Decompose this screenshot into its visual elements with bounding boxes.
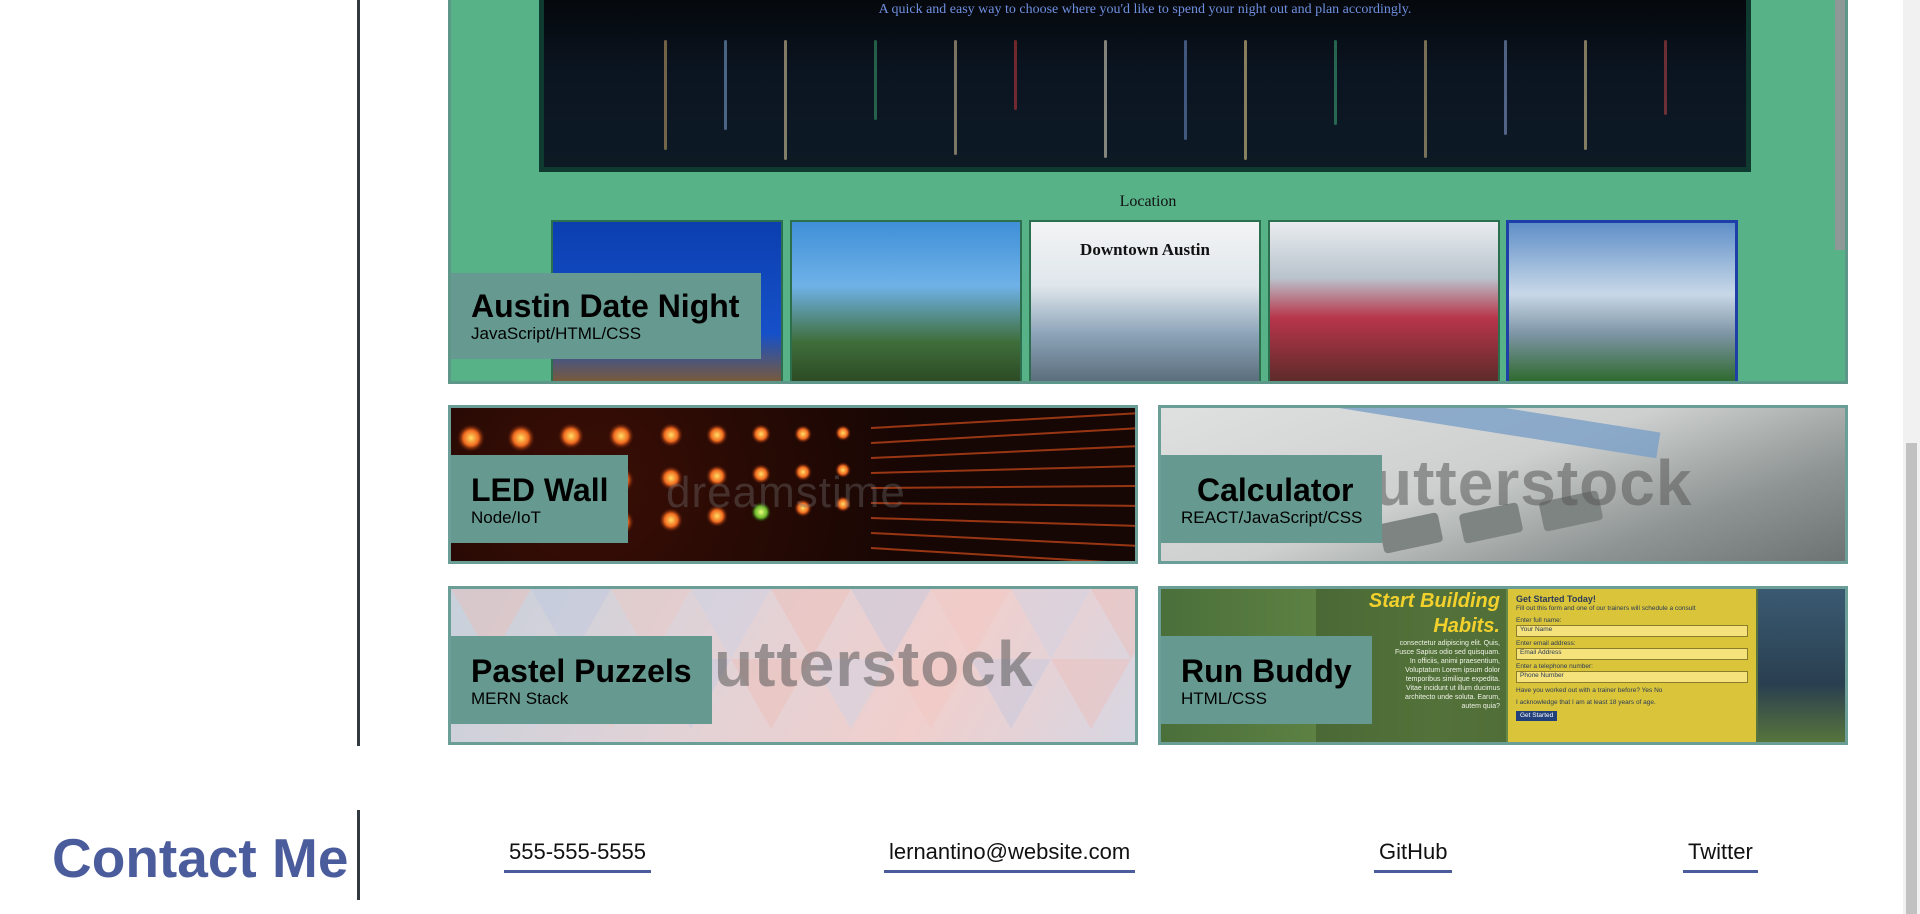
inner-scrollbar[interactable] (1835, 0, 1845, 250)
page-scrollbar-thumb[interactable] (1906, 443, 1917, 914)
twitter-link[interactable]: Twitter (1683, 838, 1758, 873)
section-divider-line (357, 0, 360, 746)
preview-signup-form: Get Started Today! Fill out this form an… (1508, 589, 1756, 742)
hero-image-night-skyline: A quick and easy way to choose where you… (539, 0, 1751, 172)
preview-phone-label: Enter a telephone number: (1516, 663, 1593, 670)
featured-project-card[interactable]: A quick and easy way to choose where you… (448, 0, 1848, 384)
location-thumbnail-4[interactable] (1268, 220, 1500, 381)
project-name: Calculator (1197, 472, 1354, 508)
location-thumbnail-2[interactable] (790, 220, 1022, 381)
project-stack: REACT/JavaScript/CSS (1181, 508, 1363, 527)
preview-body-text: consectetur adipiscing elit. Quis, Fusce… (1394, 640, 1500, 710)
project-name: Austin Date Night (471, 288, 740, 324)
project-card-run-buddy[interactable]: Start Building Habits. consectetur adipi… (1158, 586, 1848, 745)
preview-headline: Start Building Habits. (1369, 589, 1500, 639)
preview-runner-image (1758, 589, 1845, 742)
preview-headline-line2: Habits. (1433, 615, 1500, 637)
contact-heading: Contact Me (52, 827, 349, 889)
preview-question-text: Have you worked out with a trainer befor… (1516, 687, 1640, 694)
project-label: LED Wall Node/IoT (451, 455, 629, 543)
thumbnail-title: Downtown Austin (1080, 240, 1210, 259)
watermark-text: dreamstime (666, 468, 906, 517)
preview-question: Have you worked out with a trainer befor… (1516, 687, 1748, 695)
preview-email-label: Enter email address: (1516, 640, 1576, 647)
project-name: Pastel Puzzels (471, 653, 692, 689)
preview-ack: I acknowledge that I am at least 18 year… (1516, 699, 1656, 706)
phone-link[interactable]: 555-555-5555 (504, 838, 652, 873)
project-stack: HTML/CSS (1181, 689, 1267, 708)
preview-no-option: No (1654, 687, 1663, 694)
preview-form-intro: Fill out this form and one of our traine… (1516, 605, 1696, 612)
project-subtitle: A quick and easy way to choose where you… (878, 2, 1412, 17)
preview-name-label: Enter full name: (1516, 617, 1562, 624)
preview-submit-button: Get Started (1516, 711, 1558, 721)
preview-name-field: Your Name (1516, 625, 1748, 637)
location-label: Location (1119, 193, 1177, 210)
preview-form-title: Get Started Today! (1516, 594, 1596, 604)
preview-headline-line1: Start Building (1368, 590, 1500, 612)
project-card-led-wall[interactable]: dreamstime LED Wall Node/IoT (448, 405, 1138, 564)
location-thumbnail-downtown-austin[interactable]: Downtown Austin (1029, 220, 1261, 381)
project-card-pastel-puzzels[interactable]: utterstock Pastel Puzzels MERN Stack (448, 586, 1138, 745)
preview-email-field: Email Address (1516, 648, 1748, 660)
project-card-calculator[interactable]: utterstock Calculator REACT/JavaScript/C… (1158, 405, 1848, 564)
project-stack: JavaScript/HTML/CSS (471, 324, 642, 343)
project-label: Austin Date Night JavaScript/HTML/CSS (451, 273, 762, 359)
project-label: Pastel Puzzels MERN Stack (451, 636, 712, 724)
preview-phone-field: Phone Number (1516, 671, 1748, 683)
watermark-text: utterstock (1373, 447, 1693, 519)
project-name: Run Buddy (1181, 653, 1352, 689)
location-thumbnail-5[interactable] (1506, 220, 1738, 381)
project-label: Run Buddy HTML/CSS (1161, 636, 1372, 724)
preview-yes-option: Yes (1641, 687, 1653, 694)
contact-divider-line (357, 810, 360, 900)
project-stack: MERN Stack (471, 689, 569, 708)
github-link[interactable]: GitHub (1374, 838, 1453, 873)
email-link[interactable]: lernantino@website.com (884, 838, 1136, 873)
project-name: LED Wall (471, 472, 609, 508)
watermark-text: utterstock (714, 628, 1034, 700)
project-label: Calculator REACT/JavaScript/CSS (1161, 455, 1383, 543)
project-stack: Node/IoT (471, 508, 541, 527)
